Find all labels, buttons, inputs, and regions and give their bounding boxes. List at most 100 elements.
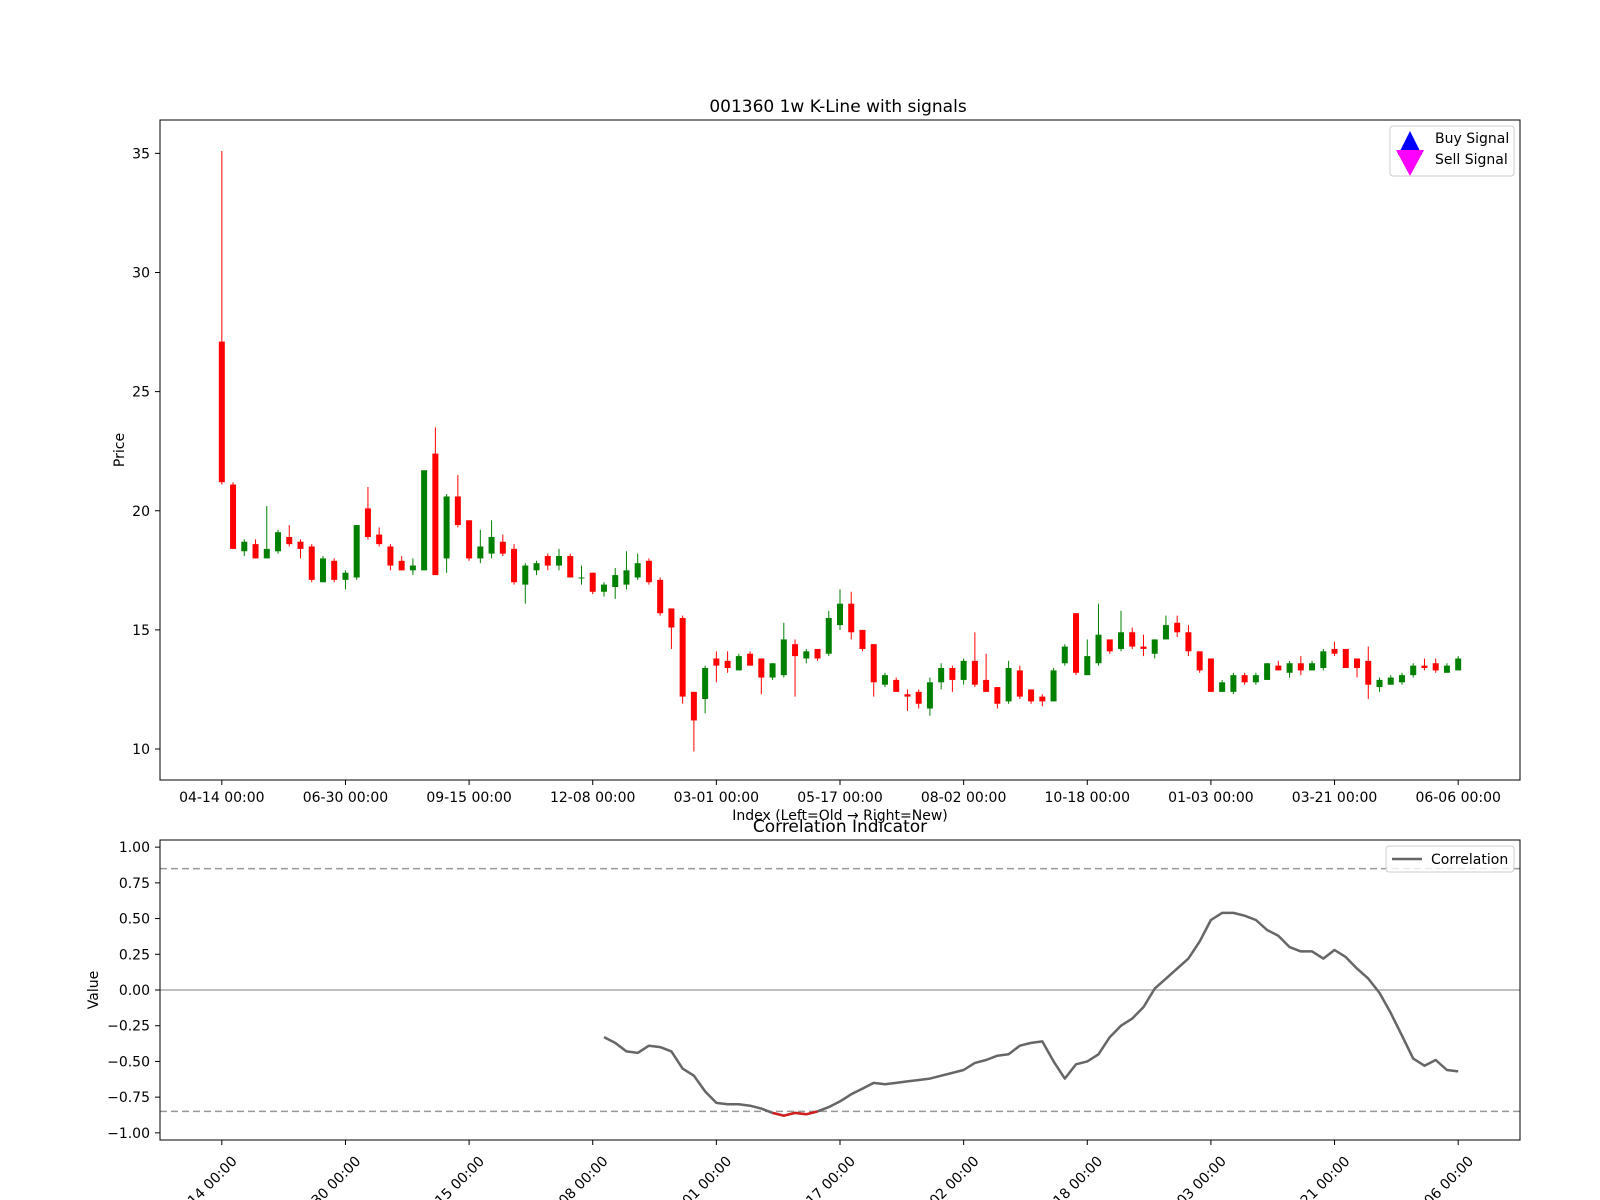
kline-xtick-label: 06-30 00:00 [303, 790, 388, 806]
candle-body [848, 603, 855, 633]
candle-body [960, 660, 967, 680]
legend-correlation-label: Correlation [1431, 852, 1508, 868]
candle-body [1275, 665, 1282, 671]
candle-body [1174, 622, 1181, 633]
candle-body [735, 656, 742, 671]
candle-body [668, 608, 675, 628]
candle-body [904, 694, 911, 697]
candle-body [1230, 675, 1237, 692]
candle-body [780, 639, 787, 676]
candle-body [1050, 670, 1057, 702]
candle-body [342, 572, 349, 580]
candle-body [387, 546, 394, 566]
candle-body [724, 660, 731, 669]
candle-body [747, 653, 754, 666]
candle-body [1342, 648, 1349, 669]
candle-body [1398, 675, 1405, 683]
candle-body [600, 584, 607, 592]
candle-body [589, 572, 596, 592]
kline-ytick-label: 30 [132, 265, 150, 281]
candle-body [1151, 639, 1158, 654]
candle-body [1028, 689, 1035, 702]
candle-body [241, 541, 248, 552]
candle-body [331, 560, 338, 580]
candle-body [477, 546, 484, 559]
kline-ytick-label: 10 [132, 742, 150, 758]
candle-body [1084, 656, 1091, 676]
chart-figure: 001360 1w K-Line with signals 10 15 20 25 30… [0, 0, 1600, 1200]
kline-xtick-label: 06-06 00:00 [1415, 790, 1500, 806]
candle-body [994, 687, 1001, 704]
candle-body [556, 556, 563, 566]
candle-body [893, 679, 900, 692]
correlation-ytick-label: −1.00 [107, 1126, 150, 1142]
kline-title: 001360 1w K-Line with signals [709, 97, 967, 117]
kline-ylabel: Price [112, 433, 128, 467]
candle-body [218, 341, 225, 483]
candle-body [915, 691, 922, 704]
candle-body [1016, 670, 1023, 697]
kline-ytick-label: 35 [132, 146, 150, 162]
candle-body [1354, 658, 1361, 669]
candle-body [623, 570, 630, 585]
candle-body [533, 563, 540, 571]
candle-body [1005, 668, 1012, 702]
kline-ytick-label: 15 [132, 623, 150, 639]
candle-body [1140, 646, 1147, 649]
candle-body [1219, 682, 1226, 692]
legend-buy-label: Buy Signal [1435, 131, 1509, 147]
correlation-ytick-label: 0.25 [119, 947, 150, 963]
candle-body [1320, 651, 1327, 669]
kline-legend: Buy Signal Sell Signal [1389, 125, 1515, 177]
candle-body [938, 668, 945, 683]
correlation-ytick-label: 1.00 [119, 840, 150, 856]
candle-body [353, 525, 360, 578]
correlation-ytick-label: −0.75 [107, 1090, 150, 1106]
candle-body [1421, 665, 1428, 669]
candle-body [1162, 625, 1169, 640]
candle-body [522, 565, 529, 585]
candle-body [983, 679, 990, 692]
candle-body [1039, 696, 1046, 702]
kline-xtick-label: 10-18 00:00 [1045, 790, 1130, 806]
candle-body [488, 536, 495, 554]
below-threshold-segment [794, 1111, 807, 1116]
candle-body [511, 548, 518, 583]
kline-ytick-label: 20 [132, 504, 150, 520]
kline-xtick-label: 03-01 00:00 [674, 790, 759, 806]
candle-body [769, 663, 776, 678]
candle-body [308, 546, 315, 580]
candle-body [376, 534, 383, 545]
candle-body [275, 532, 282, 552]
kline-xtick-label: 09-15 00:00 [426, 790, 511, 806]
candle-body [1117, 632, 1124, 649]
candle-body [567, 556, 574, 578]
candle-body [252, 544, 259, 559]
correlation-ytick-label: 0.00 [119, 983, 150, 999]
candle-body [263, 548, 270, 559]
kline-xtick-label: 04-14 00:00 [179, 790, 264, 806]
kline-xtick-label: 12-08 00:00 [550, 790, 635, 806]
candle-body [1365, 660, 1372, 685]
candle-body [544, 556, 551, 566]
candle-body [1410, 665, 1417, 676]
candle-body [1073, 613, 1080, 673]
correlation-ytick-label: −0.50 [107, 1054, 150, 1070]
correlation-ytick-label: 0.75 [119, 876, 150, 892]
kline-xtick-label: 03-21 00:00 [1292, 790, 1377, 806]
correlation-ytick-label: 0.50 [119, 912, 150, 928]
candle-body [1196, 651, 1203, 671]
candle-body [1207, 658, 1214, 692]
candle-body [364, 508, 371, 537]
candle-body [1241, 675, 1248, 683]
candle-body [1309, 663, 1316, 671]
kline-xtick-label: 01-03 00:00 [1168, 790, 1253, 806]
candle-body [679, 617, 686, 697]
candle-body [1252, 675, 1259, 683]
candle-body [466, 520, 473, 559]
candle-body [1286, 663, 1293, 673]
candle-body [443, 496, 450, 559]
candle-body [870, 644, 877, 683]
candle-body [499, 541, 506, 554]
candle-body [432, 453, 439, 576]
